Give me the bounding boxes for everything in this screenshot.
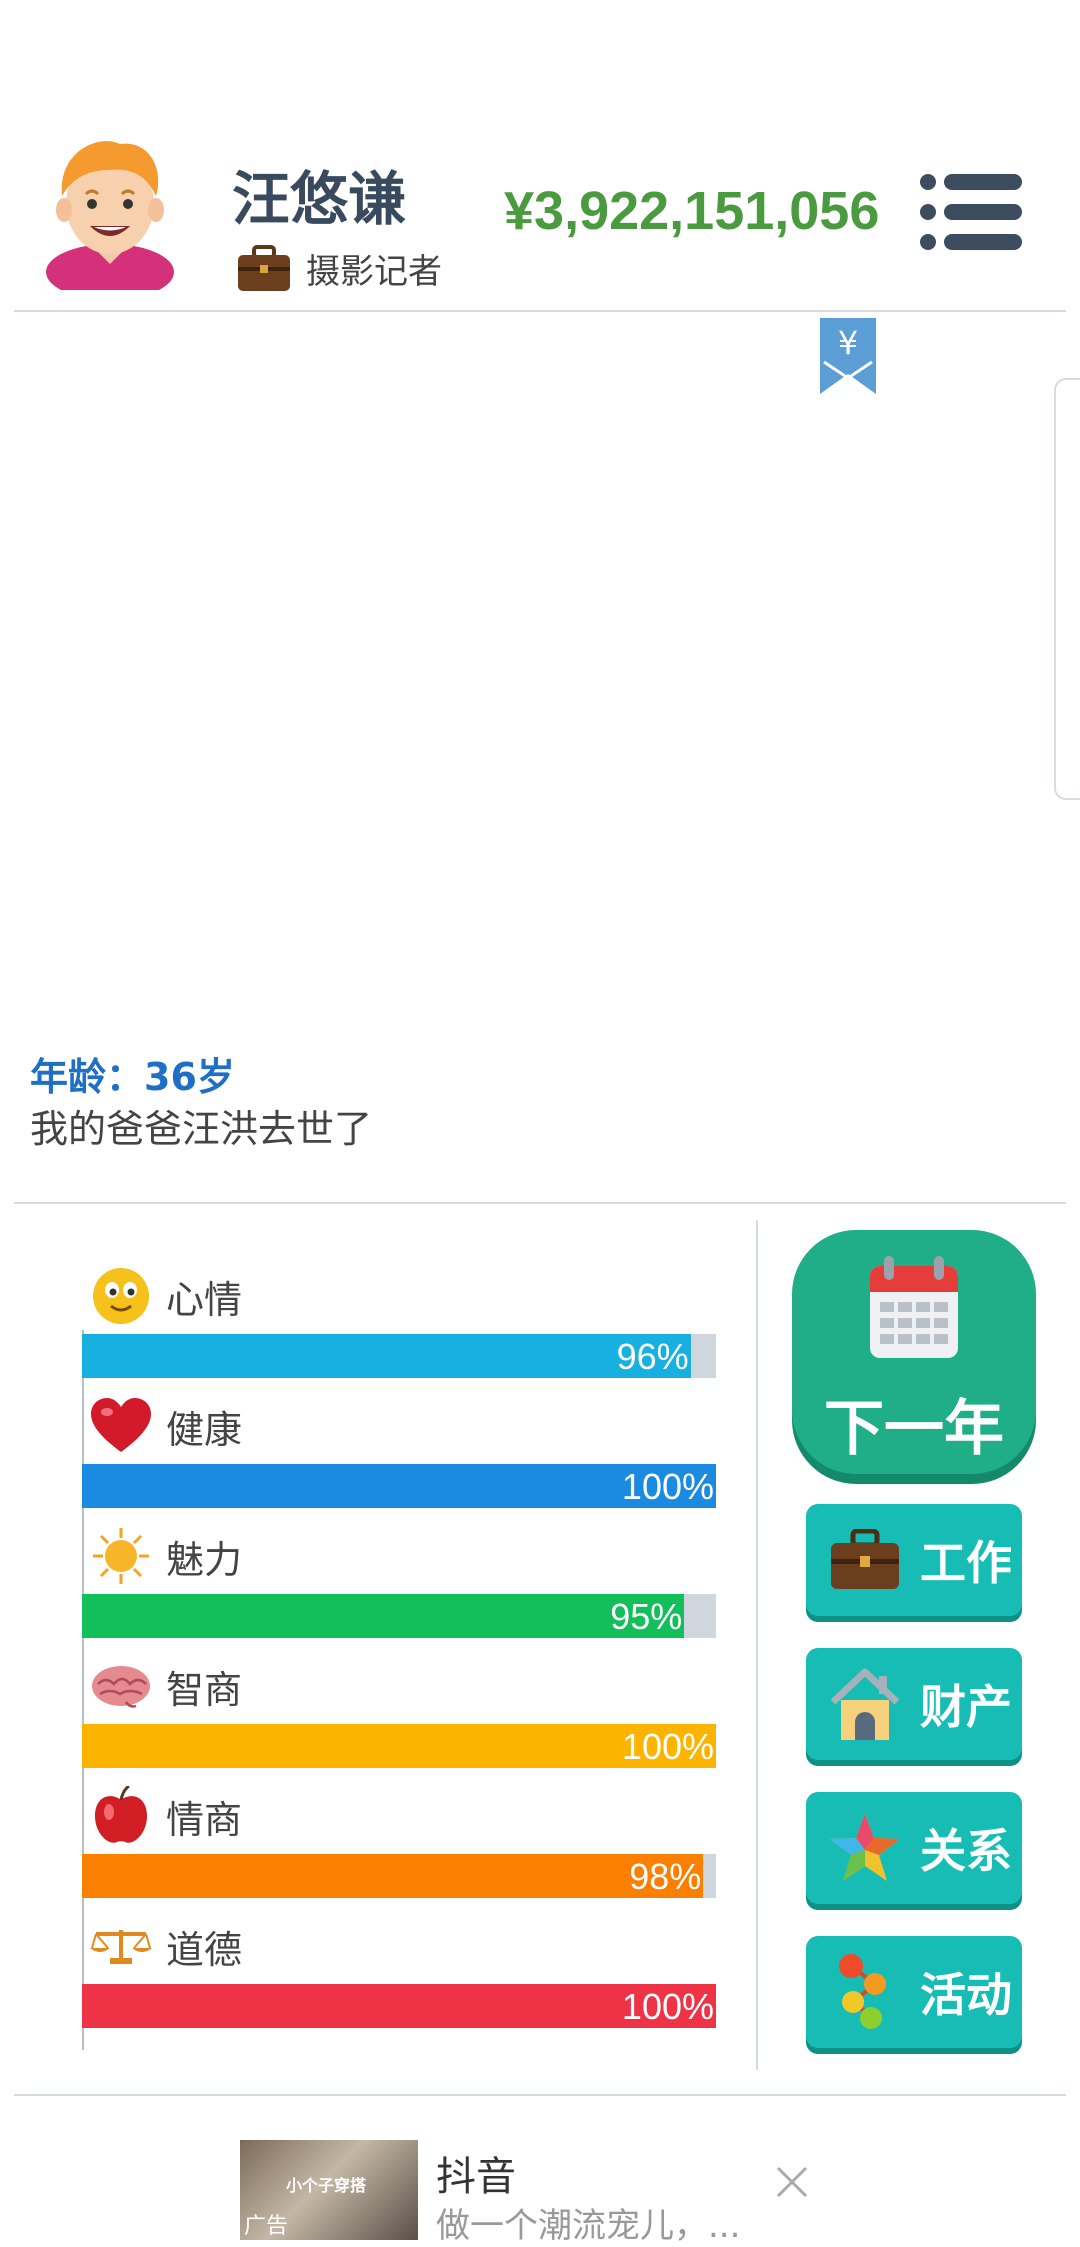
relations-button[interactable]: 关系: [806, 1792, 1022, 1904]
activities-dots-icon: [820, 1947, 910, 2037]
heart-icon: [90, 1395, 152, 1457]
stats-axis: [82, 1330, 84, 2050]
briefcase-icon: [820, 1515, 910, 1605]
sun-icon: [90, 1525, 152, 1587]
work-button[interactable]: 工作: [806, 1504, 1022, 1616]
ad-title[interactable]: 抖音: [436, 2144, 516, 2202]
smiley-icon: [90, 1265, 152, 1327]
star-icon: [820, 1803, 910, 1893]
stat-mood: 心情: [90, 1266, 242, 1326]
log-divider: [14, 1202, 1066, 1204]
player-avatar[interactable]: [40, 130, 180, 300]
stat-bar-fill: 100%: [82, 1724, 716, 1768]
property-button[interactable]: 财产: [806, 1648, 1022, 1760]
stat-eq: 情商: [90, 1786, 242, 1846]
stat-bar: 96%: [82, 1334, 716, 1378]
stat-health: 健康: [90, 1396, 242, 1456]
briefcase-icon: [238, 244, 290, 291]
stat-charm: 魅力: [90, 1526, 242, 1586]
stat-bar: 100%: [82, 1724, 716, 1768]
ad-divider: [14, 2094, 1066, 2096]
job-row: 摄影记者: [236, 244, 442, 293]
player-name: 汪悠谦: [232, 165, 407, 233]
menu-icon[interactable]: [918, 172, 1024, 252]
activities-button[interactable]: 活动: [806, 1936, 1022, 2048]
ad-tag: 广告: [244, 2214, 289, 2239]
side-panel-tab[interactable]: [1054, 378, 1080, 800]
stat-bar: 100%: [82, 1984, 716, 2028]
bookmark-yen-icon[interactable]: ¥: [820, 318, 876, 394]
stat-label: 智商: [166, 1667, 243, 1712]
bookmark-symbol: ¥: [838, 324, 858, 362]
stat-label: 健康: [166, 1407, 243, 1452]
age-text: 年龄：36岁: [30, 1055, 235, 1099]
stat-percent: 95%: [610, 1596, 683, 1637]
event-text: 我的爸爸汪洪去世了: [30, 1107, 373, 1151]
brain-icon: [90, 1655, 152, 1717]
money-balance: ¥3,922,151,056: [504, 181, 880, 241]
stat-bar: 100%: [82, 1464, 716, 1508]
ad-thumbnail[interactable]: 小个子穿搭 广告: [240, 2140, 418, 2240]
stat-bar-fill: 98%: [82, 1854, 704, 1898]
calendar-icon: [870, 1256, 958, 1358]
work-label: 工作: [920, 1536, 1012, 1590]
stat-bar-fill: 95%: [82, 1594, 685, 1638]
stat-percent: 100%: [621, 1726, 714, 1767]
stat-percent: 98%: [629, 1856, 702, 1897]
stat-bar-fill: 96%: [82, 1334, 691, 1378]
relations-label: 关系: [920, 1824, 1012, 1878]
stat-label: 道德: [166, 1927, 243, 1972]
activities-label: 活动: [920, 1968, 1012, 2022]
stat-label: 情商: [166, 1797, 243, 1842]
job-title: 摄影记者: [306, 252, 442, 292]
stats-separator: [756, 1220, 758, 2070]
next-year-button[interactable]: 下一年: [792, 1230, 1036, 1474]
property-label: 财产: [920, 1680, 1012, 1734]
house-icon: [820, 1659, 910, 1749]
next-year-label: 下一年: [824, 1394, 1004, 1464]
stat-bar-fill: 100%: [82, 1464, 716, 1508]
close-icon[interactable]: [774, 2164, 810, 2200]
stat-iq: 智商: [90, 1656, 242, 1716]
scales-icon: [90, 1915, 152, 1977]
stat-label: 魅力: [166, 1537, 243, 1582]
header-divider: [14, 310, 1066, 312]
stat-percent: 100%: [621, 1986, 714, 2027]
stat-percent: 96%: [616, 1336, 689, 1377]
ad-thumb-text: 小个子穿搭: [286, 2176, 367, 2195]
stat-bar-fill: 100%: [82, 1984, 716, 2028]
stat-bar: 98%: [82, 1854, 716, 1898]
stat-percent: 100%: [621, 1466, 714, 1507]
stat-morality: 道德: [90, 1916, 242, 1976]
stat-bar: 95%: [82, 1594, 716, 1638]
apple-icon: [90, 1785, 152, 1847]
stat-label: 心情: [166, 1277, 243, 1322]
